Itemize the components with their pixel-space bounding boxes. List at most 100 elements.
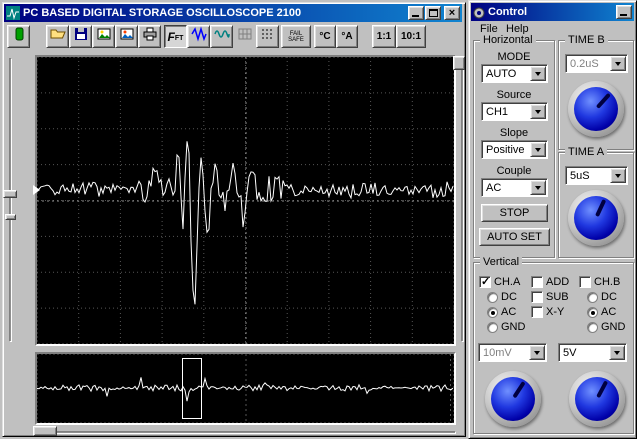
time-a-knob[interactable] xyxy=(568,190,624,246)
couple-dropdown-arrow-icon[interactable] xyxy=(530,180,546,195)
horizontal-group: Horizontal MODE AUTO Source CH1 Slope Po… xyxy=(473,34,555,258)
cha-ac-radio-circle[interactable] xyxy=(487,306,498,318)
left-slider-thumb-lower[interactable] xyxy=(5,214,16,220)
time-a-knob-pointer xyxy=(595,199,607,218)
source-label: Source xyxy=(496,89,532,101)
app-icon[interactable] xyxy=(6,6,20,20)
waveform-b-button[interactable] xyxy=(210,25,233,48)
time-a-select[interactable]: 5uS xyxy=(565,166,628,185)
sub-checkbox[interactable]: SUB xyxy=(531,291,569,303)
maximize-button[interactable] xyxy=(425,6,441,20)
fft-button[interactable]: F FT xyxy=(164,25,187,48)
chb-knob-ball xyxy=(575,377,619,421)
control-titlebar[interactable]: Control xyxy=(471,3,634,21)
sub-label: SUB xyxy=(546,291,569,303)
left-slider-thumb-upper[interactable] xyxy=(3,190,17,198)
open-button[interactable] xyxy=(46,25,69,48)
mode-label: MODE xyxy=(497,51,531,63)
cha-dc-radio-circle[interactable] xyxy=(487,291,498,303)
bottom-slider-thumb[interactable] xyxy=(33,426,57,436)
bottom-slider-track[interactable] xyxy=(35,431,456,434)
scope-display xyxy=(35,55,456,346)
add-checkbox[interactable]: ADD xyxy=(531,276,569,288)
fail-safe-label-2: SAFE xyxy=(288,36,304,43)
time-a-dropdown-arrow-icon[interactable] xyxy=(610,168,626,183)
sub-checkbox-box[interactable] xyxy=(531,291,543,303)
time-b-select[interactable]: 0.2uS xyxy=(565,54,628,73)
time-b-knob[interactable] xyxy=(568,81,624,137)
slope-label: Slope xyxy=(499,127,529,139)
time-b-dropdown-arrow-icon[interactable] xyxy=(610,56,626,71)
left-slider-track[interactable] xyxy=(9,58,12,342)
cha-volts-knob[interactable] xyxy=(485,371,541,427)
chb-ac-label: AC xyxy=(601,306,617,318)
auto-set-button[interactable]: AUTO SET xyxy=(479,228,550,246)
right-slider-track[interactable] xyxy=(461,58,464,342)
probe-1-1-button[interactable]: 1:1 xyxy=(372,25,396,48)
chb-ac-radio[interactable]: AC xyxy=(587,306,616,318)
chb-ac-radio-circle[interactable] xyxy=(587,306,598,318)
cha-gnd-radio[interactable]: GND xyxy=(487,321,525,333)
grid-button[interactable] xyxy=(233,25,256,48)
chb-gnd-radio[interactable]: GND xyxy=(587,321,625,333)
main-titlebar[interactable]: PC BASED DIGITAL STORAGE OSCILLOSCOPE 21… xyxy=(4,4,462,22)
chb-dc-radio[interactable]: DC xyxy=(587,291,617,303)
overview-display xyxy=(35,352,456,425)
chb-volts-knob[interactable] xyxy=(569,371,625,427)
close-button[interactable]: × xyxy=(444,6,460,20)
control-icon[interactable] xyxy=(473,6,485,19)
copy-image-button[interactable] xyxy=(115,25,138,48)
minimize-button[interactable] xyxy=(408,6,424,20)
stop-button[interactable]: STOP xyxy=(481,204,548,222)
chb-checkbox-box[interactable] xyxy=(579,276,591,288)
dotted-grid-button[interactable] xyxy=(256,25,279,48)
trigger-marker-icon[interactable] xyxy=(33,185,40,195)
chb-dc-radio-circle[interactable] xyxy=(587,291,598,303)
fail-safe-button[interactable]: FAIL SAFE xyxy=(281,25,311,48)
chb-label: CH.B xyxy=(594,276,621,288)
waveform-a-button[interactable] xyxy=(187,25,210,48)
right-slider-thumb[interactable] xyxy=(453,56,465,70)
scope-trace xyxy=(36,57,454,344)
run-button[interactable] xyxy=(7,25,30,48)
xy-checkbox[interactable]: X-Y xyxy=(531,306,564,318)
cha-label: CH.A xyxy=(494,276,521,288)
chb-gnd-radio-circle[interactable] xyxy=(587,321,598,333)
xy-label: X-Y xyxy=(546,306,565,318)
slope-select[interactable]: Positive xyxy=(481,140,548,159)
add-checkbox-box[interactable] xyxy=(531,276,543,288)
overview-selection-box[interactable] xyxy=(182,358,202,419)
cha-dc-radio[interactable]: DC xyxy=(487,291,517,303)
cha-checkbox[interactable]: CH.A xyxy=(479,275,521,288)
cha-scale-select[interactable]: 10mV xyxy=(478,343,547,362)
main-window: PC BASED DIGITAL STORAGE OSCILLOSCOPE 21… xyxy=(2,2,466,437)
save-button[interactable] xyxy=(69,25,92,48)
chb-scale-select[interactable]: 5V xyxy=(558,343,627,362)
cha-knob-pointer xyxy=(512,381,526,399)
chb-dc-label: DC xyxy=(601,291,617,303)
slope-dropdown-arrow-icon[interactable] xyxy=(530,142,546,157)
horizontal-group-label: Horizontal xyxy=(480,34,536,46)
time-b-knob-pointer xyxy=(595,92,611,109)
cha-scale-dropdown-arrow-icon[interactable] xyxy=(529,345,545,360)
cha-gnd-radio-circle[interactable] xyxy=(487,321,498,333)
print-button[interactable] xyxy=(138,25,161,48)
deg-c-button[interactable]: °C xyxy=(314,25,336,48)
waveform-teal-icon xyxy=(213,26,230,47)
export-image-button[interactable] xyxy=(92,25,115,48)
probe-10-1-button[interactable]: 10:1 xyxy=(396,25,426,48)
cha-ac-radio[interactable]: AC xyxy=(487,306,516,318)
mode-dropdown-arrow-icon[interactable] xyxy=(530,66,546,81)
control-minimize-button[interactable] xyxy=(616,5,632,19)
source-dropdown-arrow-icon[interactable] xyxy=(530,104,546,119)
xy-checkbox-box[interactable] xyxy=(531,306,543,318)
vertical-group-label: Vertical xyxy=(480,256,523,268)
couple-select[interactable]: AC xyxy=(481,178,548,197)
chb-scale-dropdown-arrow-icon[interactable] xyxy=(609,345,625,360)
chb-checkbox[interactable]: CH.B xyxy=(579,276,620,288)
cha-ac-label: AC xyxy=(501,306,517,318)
deg-a-button[interactable]: °A xyxy=(336,25,358,48)
mode-select[interactable]: AUTO xyxy=(481,64,548,83)
cha-checkbox-box[interactable] xyxy=(479,275,491,288)
source-select[interactable]: CH1 xyxy=(481,102,548,121)
